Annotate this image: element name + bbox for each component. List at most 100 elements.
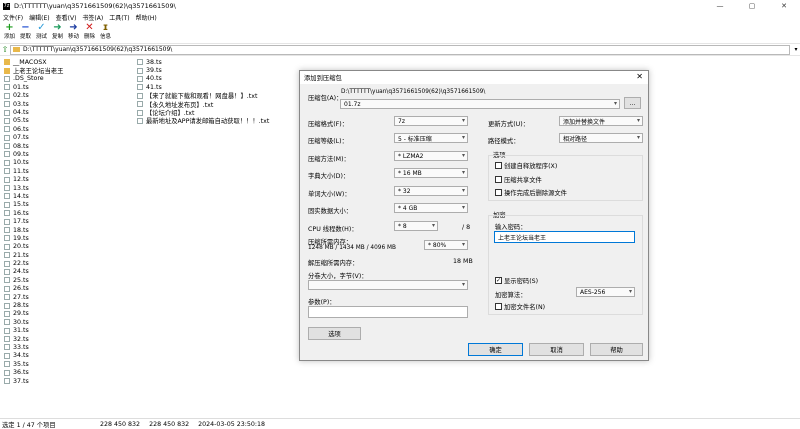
file-list-item[interactable]: 29.ts	[4, 310, 63, 318]
file-icon	[4, 151, 10, 158]
toolbar-delete-button[interactable]: ✕ 删除	[82, 22, 97, 43]
file-list-item[interactable]: 34.ts	[4, 352, 63, 360]
toolbar-button-label: 测试	[35, 34, 47, 40]
password-input[interactable]: 上老王论坛当老王	[494, 231, 635, 243]
file-list-item[interactable]: 33.ts	[4, 343, 63, 351]
archive-name-combo[interactable]: 01.7z ▾	[340, 99, 620, 109]
file-list-item[interactable]: 30.ts	[4, 318, 63, 326]
file-list-item[interactable]: 01.ts	[4, 83, 63, 91]
options-button[interactable]: 选项	[308, 327, 361, 340]
file-list-item[interactable]: 40.ts	[137, 75, 269, 83]
encrypt-names-label: 加密文件名(N)	[504, 304, 546, 311]
file-list-item[interactable]: 07.ts	[4, 134, 63, 142]
browse-button[interactable]: ...	[624, 97, 641, 109]
file-list-item[interactable]: 05.ts	[4, 117, 63, 125]
file-list-item[interactable]: 38.ts	[137, 58, 269, 66]
path-mode-select[interactable]: 相对路径 ▾	[559, 133, 643, 143]
file-name: 10.ts	[13, 159, 29, 167]
minus-icon: −	[21, 22, 30, 33]
file-list-item[interactable]: 35.ts	[4, 360, 63, 368]
file-list-item[interactable]: 14.ts	[4, 192, 63, 200]
file-list-item[interactable]: 12.ts	[4, 175, 63, 183]
compress-shared-checkbox[interactable]: 压缩共享文件	[495, 175, 542, 184]
file-list-item[interactable]: 04.ts	[4, 108, 63, 116]
checkbox-box	[495, 303, 502, 310]
create-sfx-checkbox[interactable]: 创建自释放程序(X)	[495, 161, 557, 170]
file-list-item[interactable]: 09.ts	[4, 150, 63, 158]
menu-help[interactable]: 帮助(H)	[136, 13, 157, 22]
file-list-item[interactable]: 上老王论坛当老王	[4, 66, 63, 75]
toolbar-move-arrow-button[interactable]: ➜ 移动	[66, 22, 81, 43]
address-path: D:\TTTTTT\yuan\q3571661509(62)\q35716615…	[23, 46, 173, 53]
file-name: 09.ts	[13, 150, 29, 158]
method-select[interactable]: * LZMA2 ▾	[394, 151, 468, 161]
file-list-item[interactable]: 19.ts	[4, 234, 63, 242]
delete-after-checkbox[interactable]: 操作完成后删除源文件	[495, 188, 567, 197]
maximize-icon[interactable]: ▢	[736, 0, 768, 12]
address-input[interactable]: D:\TTTTTT\yuan\q3571661509(62)\q35716615…	[10, 44, 790, 55]
file-list-item[interactable]: 21.ts	[4, 251, 63, 259]
file-list-item[interactable]: 25.ts	[4, 276, 63, 284]
word-select[interactable]: * 32 ▾	[394, 186, 468, 196]
cpu-select[interactable]: * 8 ▾	[394, 221, 438, 231]
file-list-item[interactable]: 02.ts	[4, 92, 63, 100]
up-folder-icon[interactable]: ⇧	[0, 45, 10, 54]
file-list-item[interactable]: 27.ts	[4, 293, 63, 301]
cancel-button[interactable]: 取消	[529, 343, 584, 356]
file-list-item[interactable]: 最新地址及APP请发邮箱自动获取！！！.txt	[137, 117, 269, 125]
toolbar-minus-button[interactable]: − 提取	[18, 22, 33, 43]
file-name: 11.ts	[13, 167, 29, 175]
file-list-item[interactable]: 39.ts	[137, 66, 269, 74]
solid-select[interactable]: * 4 GB ▾	[394, 203, 468, 213]
file-list-item[interactable]: 06.ts	[4, 125, 63, 133]
file-list-item[interactable]: 10.ts	[4, 159, 63, 167]
file-list-item[interactable]: 16.ts	[4, 209, 63, 217]
level-select[interactable]: 5 - 标准压缩 ▾	[394, 133, 468, 143]
close-window-icon[interactable]: ✕	[768, 0, 800, 12]
file-list-item[interactable]: 18.ts	[4, 226, 63, 234]
close-icon[interactable]: ✕	[636, 72, 643, 81]
encryption-method-select[interactable]: AES-256 ▾	[576, 287, 635, 297]
ok-button[interactable]: 确定	[468, 343, 523, 356]
file-list-item[interactable]: 31.ts	[4, 327, 63, 335]
file-list-item[interactable]: 36.ts	[4, 368, 63, 376]
file-list-item[interactable]: .DS_Store	[4, 75, 63, 83]
file-list-item[interactable]: 15.ts	[4, 201, 63, 209]
file-list-item[interactable]: 26.ts	[4, 285, 63, 293]
menu-tools[interactable]: 工具(T)	[109, 13, 129, 22]
toolbar-plus-button[interactable]: + 添加	[2, 22, 17, 43]
minimize-icon[interactable]: —	[704, 0, 736, 12]
file-list-item[interactable]: 28.ts	[4, 301, 63, 309]
menu-bookmarks[interactable]: 书签(A)	[82, 13, 103, 22]
params-input[interactable]	[308, 306, 468, 318]
toolbar-info-button[interactable]: ɪ 信息	[98, 22, 113, 43]
toolbar-copy-arrow-button[interactable]: ➜ 复制	[50, 22, 65, 43]
file-list-item[interactable]: 37.ts	[4, 377, 63, 385]
menu-edit[interactable]: 编辑(E)	[29, 13, 49, 22]
file-list-item[interactable]: 03.ts	[4, 100, 63, 108]
file-list-item[interactable]: 11.ts	[4, 167, 63, 175]
encrypt-names-checkbox[interactable]: 加密文件名(N)	[495, 302, 545, 311]
chevron-down-icon[interactable]: ▾	[792, 46, 800, 53]
file-list-item[interactable]: 24.ts	[4, 268, 63, 276]
memory-percent-select[interactable]: * 80% ▾	[424, 240, 468, 250]
text-file-icon	[137, 109, 143, 116]
split-select[interactable]: ▾	[308, 280, 468, 290]
file-list-item[interactable]: 20.ts	[4, 243, 63, 251]
dict-select[interactable]: * 16 MB ▾	[394, 168, 468, 178]
file-list-item[interactable]: 22.ts	[4, 259, 63, 267]
show-password-checkbox[interactable]: ✓ 显示密码(S)	[495, 276, 538, 285]
file-icon	[4, 101, 10, 108]
help-button[interactable]: 帮助	[590, 343, 643, 356]
toolbar-check-button[interactable]: ✓ 测试	[34, 22, 49, 43]
menu-file[interactable]: 文件(F)	[3, 13, 23, 22]
chevron-down-icon: ▾	[461, 241, 465, 248]
update-select[interactable]: 添加并替换文件 ▾	[559, 116, 643, 126]
menu-view[interactable]: 查看(V)	[56, 13, 77, 22]
file-list-item[interactable]: 17.ts	[4, 217, 63, 225]
file-list-item[interactable]: 08.ts	[4, 142, 63, 150]
file-list-item[interactable]: 13.ts	[4, 184, 63, 192]
format-select[interactable]: 7z ▾	[394, 116, 468, 126]
file-name: 27.ts	[13, 293, 29, 301]
file-list-item[interactable]: 32.ts	[4, 335, 63, 343]
